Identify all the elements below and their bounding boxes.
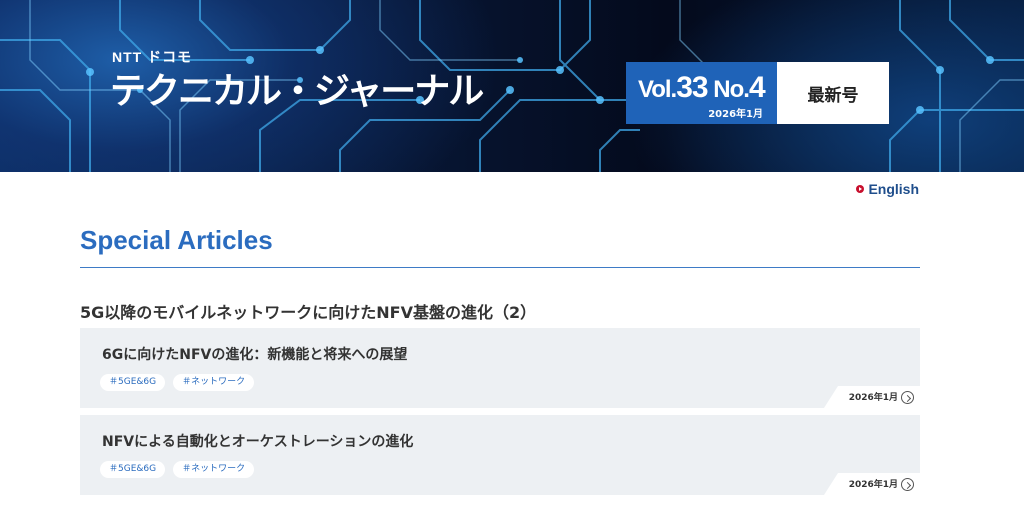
section-divider xyxy=(80,267,920,268)
article-date: 2026年1月 xyxy=(848,393,898,403)
brand-name: NTT ドコモ xyxy=(112,49,193,65)
english-link[interactable]: English xyxy=(856,181,919,197)
journal-title[interactable]: テクニカル・ジャーナル xyxy=(110,70,484,114)
section-title: Special Articles xyxy=(80,225,273,255)
english-link-label: English xyxy=(868,181,919,197)
article-title[interactable]: NFVによる自動化とオーケストレーションの進化 xyxy=(102,431,413,451)
article-card[interactable]: 6Gに向けたNFVの進化：新機能と将来への展望 ＃5GE&6G ＃ネットワーク … xyxy=(80,328,920,408)
issue-number: Vol.33 No.4 xyxy=(638,71,766,104)
vol-number: 33 xyxy=(676,71,708,104)
topic-title: 5G以降のモバイルネットワークに向けたNFV基盤の進化（2） xyxy=(80,303,537,322)
chevron-right-circle-icon[interactable] xyxy=(901,391,914,404)
issue-badge[interactable]: Vol.33 No.4 2026年1月 xyxy=(626,62,777,124)
article-tags: ＃5GE&6G ＃ネットワーク xyxy=(100,461,255,478)
latest-issue-button[interactable]: 最新号 xyxy=(777,62,889,124)
article-date: 2026年1月 xyxy=(848,480,898,490)
hero-banner: NTT ドコモ テクニカル・ジャーナル Vol.33 No.4 2026年1月 … xyxy=(0,0,1024,172)
tag-5ge-6g[interactable]: ＃5GE&6G xyxy=(100,461,166,478)
tag-5ge-6g[interactable]: ＃5GE&6G xyxy=(100,374,166,391)
no-number: 4 xyxy=(748,71,766,104)
circle-arrow-right-icon xyxy=(856,185,865,193)
article-tags: ＃5GE&6G ＃ネットワーク xyxy=(100,374,255,391)
chevron-right-circle-icon[interactable] xyxy=(901,478,914,491)
vol-prefix: Vol. xyxy=(638,76,677,103)
article-card[interactable]: NFVによる自動化とオーケストレーションの進化 ＃5GE&6G ＃ネットワーク … xyxy=(80,415,920,495)
tag-network[interactable]: ＃ネットワーク xyxy=(173,461,255,478)
issue-date: 2026年1月 xyxy=(708,109,763,120)
tag-network[interactable]: ＃ネットワーク xyxy=(173,374,255,391)
article-title[interactable]: 6Gに向けたNFVの進化：新機能と将来への展望 xyxy=(102,344,407,364)
no-prefix: No. xyxy=(713,76,750,103)
